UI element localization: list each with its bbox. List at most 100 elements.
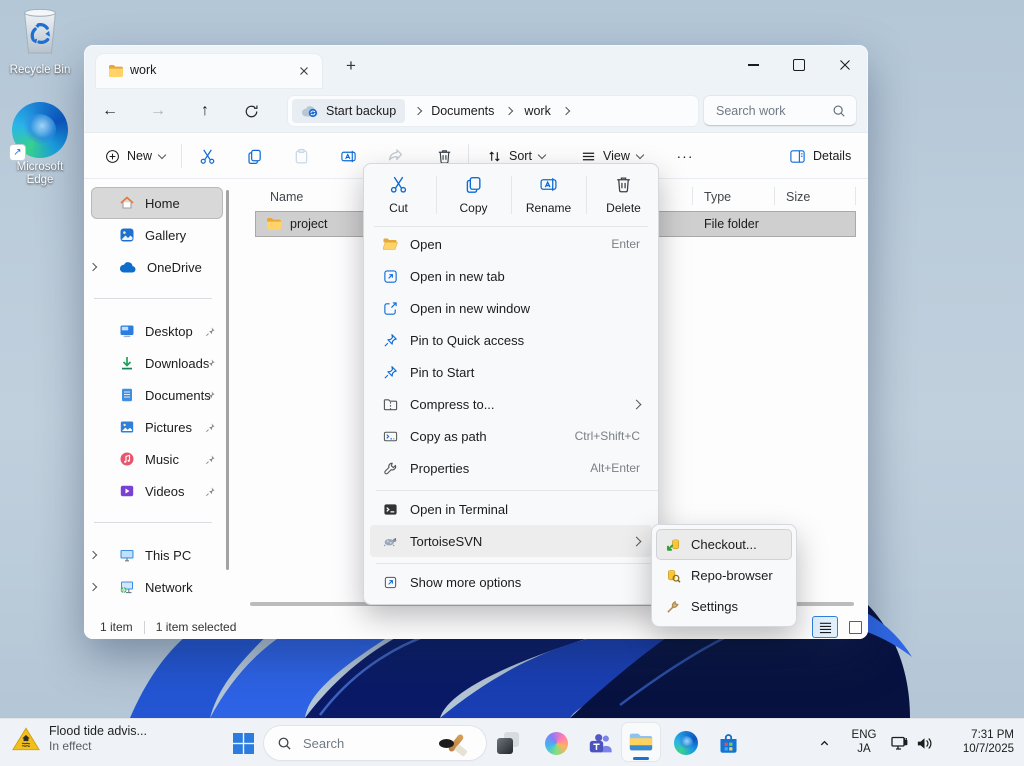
rename-button[interactable] bbox=[329, 140, 367, 172]
pin-icon bbox=[206, 326, 215, 336]
expand-icon[interactable] bbox=[88, 262, 98, 272]
menu-item-pin-to-quick-access[interactable]: Pin to Quick access bbox=[370, 324, 652, 356]
menu-item-tortoisesvn[interactable]: TortoiseSVN bbox=[370, 525, 652, 557]
desktop-icon-label: Recycle Bin bbox=[9, 64, 71, 76]
tray-expand-button[interactable] bbox=[812, 733, 836, 753]
clock[interactable]: 7:31 PM 10/7/2025 bbox=[938, 728, 1014, 756]
sidebar-item-gallery[interactable]: Gallery bbox=[92, 220, 222, 250]
taskbar-search-input[interactable] bbox=[301, 734, 415, 752]
this-pc-icon bbox=[120, 550, 134, 562]
menu-item-properties[interactable]: Properties Alt+Enter bbox=[370, 452, 652, 484]
sidebar: Home Gallery OneDrive Desktop Downloads … bbox=[84, 178, 230, 615]
column-header-name[interactable]: Name bbox=[270, 190, 303, 204]
tab-work[interactable]: work bbox=[96, 54, 322, 88]
rename-quick-button[interactable]: Rename bbox=[517, 175, 581, 215]
sidebar-item-home[interactable]: Home bbox=[92, 188, 222, 218]
open-new-tab-icon bbox=[383, 269, 397, 283]
edge-button[interactable] bbox=[667, 724, 705, 762]
language-indicator[interactable]: ENG JA bbox=[846, 728, 882, 756]
column-divider[interactable] bbox=[692, 187, 693, 205]
menu-item-open-in-new-tab[interactable]: Open in new tab bbox=[370, 260, 652, 292]
paste-button[interactable] bbox=[282, 140, 320, 172]
column-header-type[interactable]: Type bbox=[704, 190, 731, 204]
menu-item-open[interactable]: Open Enter bbox=[370, 228, 652, 260]
see-more-button[interactable]: ··· bbox=[658, 140, 712, 172]
submenu-item-checkout[interactable]: Checkout... bbox=[657, 530, 791, 559]
sidebar-item-desktop[interactable]: Desktop bbox=[92, 316, 222, 346]
thumbnail-view-toggle[interactable] bbox=[843, 617, 867, 637]
windows-logo-icon bbox=[232, 732, 254, 754]
breadcrumb-crumb-documents[interactable]: Documents bbox=[431, 104, 494, 118]
desktop-icon-label: Microsoft Edge bbox=[16, 161, 64, 186]
column-divider[interactable] bbox=[855, 187, 856, 205]
maximize-button[interactable] bbox=[776, 45, 822, 85]
close-button[interactable] bbox=[822, 45, 868, 85]
details-view-toggle[interactable] bbox=[813, 617, 837, 637]
sidebar-item-documents[interactable]: Documents bbox=[92, 380, 222, 410]
menu-item-copy-as-path[interactable]: Copy as path Ctrl+Shift+C bbox=[370, 420, 652, 452]
submenu-item-repo-browser[interactable]: Repo-browser bbox=[657, 561, 791, 590]
back-button[interactable]: ← bbox=[93, 96, 127, 126]
sidebar-item-downloads[interactable]: Downloads bbox=[92, 348, 222, 378]
delete-quick-button[interactable]: Delete bbox=[592, 175, 656, 215]
expand-icon[interactable] bbox=[88, 550, 98, 560]
column-header-size[interactable]: Size bbox=[786, 190, 810, 204]
menu-item-open-in-terminal[interactable]: Open in Terminal bbox=[370, 493, 652, 525]
copy-quick-button[interactable]: Copy bbox=[442, 175, 506, 215]
submenu-arrow-icon bbox=[631, 399, 642, 409]
store-icon bbox=[719, 733, 737, 753]
search-input[interactable] bbox=[714, 102, 818, 119]
start-button[interactable] bbox=[224, 724, 262, 762]
breadcrumb-start-backup[interactable]: Start backup bbox=[292, 99, 406, 123]
teams-button[interactable] bbox=[581, 724, 619, 762]
tab-title: work bbox=[130, 63, 157, 77]
menu-item-open-in-new-window[interactable]: Open in new window bbox=[370, 292, 652, 324]
forward-button[interactable]: → bbox=[141, 96, 175, 126]
minimize-button[interactable] bbox=[730, 45, 776, 85]
menu-item-pin-to-start[interactable]: Pin to Start bbox=[370, 356, 652, 388]
desktop-icon-edge[interactable]: ↗ Microsoft Edge bbox=[2, 102, 78, 187]
weather-widget[interactable]: Flood tide advis... In effect bbox=[12, 724, 147, 753]
sidebar-item-onedrive[interactable]: OneDrive bbox=[88, 252, 222, 282]
compress-icon bbox=[383, 398, 397, 410]
task-view-button[interactable] bbox=[489, 724, 527, 762]
sidebar-item-pictures[interactable]: Pictures bbox=[92, 412, 222, 442]
pictures-icon bbox=[120, 421, 134, 433]
search-highlight-image[interactable] bbox=[439, 731, 473, 757]
onedrive-backup-icon bbox=[301, 105, 318, 117]
pin-icon bbox=[206, 390, 215, 400]
refresh-button[interactable] bbox=[234, 96, 268, 126]
new-tab-button[interactable]: + bbox=[346, 56, 356, 76]
sidebar-scrollbar[interactable] bbox=[226, 190, 229, 570]
taskbar: Flood tide advis... In effect Search ENG… bbox=[0, 718, 1024, 766]
taskbar-search[interactable] bbox=[264, 726, 486, 760]
cut-quick-button[interactable]: Cut bbox=[367, 175, 431, 215]
cut-button[interactable] bbox=[188, 140, 226, 172]
submenu-item-settings[interactable]: Settings bbox=[657, 592, 791, 621]
sidebar-item-videos[interactable]: Videos bbox=[92, 476, 222, 506]
volume-tray-button[interactable] bbox=[912, 732, 936, 754]
sidebar-item-network[interactable]: Network bbox=[88, 572, 222, 602]
details-pane-button[interactable]: Details bbox=[780, 140, 860, 172]
search-icon[interactable] bbox=[832, 104, 846, 118]
breadcrumb-crumb-work[interactable]: work bbox=[524, 104, 550, 118]
sidebar-item-music[interactable]: Music bbox=[92, 444, 222, 474]
details-pane-icon bbox=[790, 149, 805, 163]
store-button[interactable] bbox=[709, 724, 747, 762]
tab-close-icon[interactable] bbox=[298, 65, 310, 77]
chevron-down-icon bbox=[537, 150, 547, 159]
menu-item-show-more-options[interactable]: Show more options bbox=[370, 566, 652, 598]
sidebar-item-this-pc[interactable]: This PC bbox=[88, 540, 222, 570]
new-button[interactable]: New bbox=[96, 140, 174, 172]
column-divider[interactable] bbox=[774, 187, 775, 205]
shortcut-arrow-badge: ↗ bbox=[10, 145, 25, 160]
copilot-button[interactable] bbox=[537, 724, 575, 762]
menu-item-compress-to[interactable]: Compress to... bbox=[370, 388, 652, 420]
desktop-icon-recycle-bin[interactable]: Recycle Bin bbox=[2, 6, 78, 77]
desktop: Recycle Bin ↗ Microsoft Edge work + ← → … bbox=[0, 0, 1024, 766]
expand-icon[interactable] bbox=[88, 582, 98, 592]
network-tray-button[interactable] bbox=[888, 732, 912, 754]
up-button[interactable]: ↑ bbox=[188, 96, 222, 126]
file-explorer-button[interactable] bbox=[622, 723, 660, 761]
copy-button[interactable] bbox=[235, 140, 273, 172]
